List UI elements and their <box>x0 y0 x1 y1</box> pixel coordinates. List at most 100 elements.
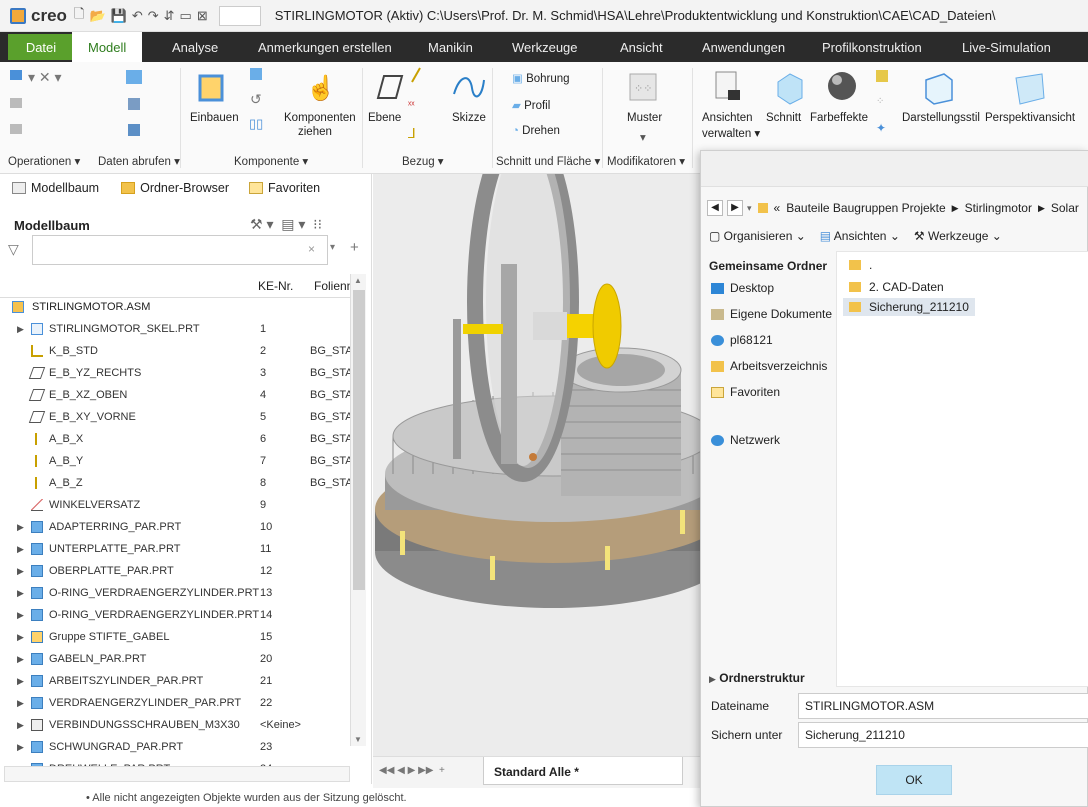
forward-icon[interactable]: ▶ <box>727 200 743 216</box>
redo-icon[interactable]: ↷ <box>148 8 159 24</box>
daten-abrufen-icons[interactable] <box>120 68 160 148</box>
quick-access-field[interactable] <box>218 5 261 26</box>
komponente-small-icons[interactable]: ↺ ▯▯ <box>246 66 270 132</box>
clear-icon[interactable]: × <box>308 242 315 256</box>
muster-label[interactable]: Muster <box>627 112 662 124</box>
save-under-field[interactable]: Sicherung_211210 <box>798 722 1088 748</box>
farbeffekte-label[interactable]: Farbeffekte <box>810 112 868 124</box>
path-segment[interactable]: Solar <box>1051 201 1079 215</box>
tree-horizontal-scrollbar[interactable] <box>4 766 350 782</box>
komponenten-ziehen-label-2[interactable]: ziehen <box>298 126 332 138</box>
filter-dropdown-icon[interactable]: ▾ <box>330 242 335 253</box>
group-schnitt-flaeche[interactable]: Schnitt und Fläche ▾ <box>496 154 600 168</box>
regenerate-icon[interactable]: ⇵ <box>164 8 175 24</box>
address-bar[interactable]: ◀ ▶ ▾ « Bauteile Baugruppen Projekte ▶ S… <box>707 195 1088 221</box>
tab-anmerkungen[interactable]: Anmerkungen erstellen <box>258 40 392 55</box>
tree-row[interactable]: ▶ O-RING_VERDRAENGERZYLINDER.PRT 14 <box>0 604 350 626</box>
undo-icon[interactable]: ↶ <box>132 8 143 24</box>
muster-dropdown-icon[interactable]: ▾ <box>640 130 646 144</box>
sidebar-item-pl68121[interactable]: pl68121 <box>711 333 773 347</box>
tree-row[interactable]: K_B_STD 2 BG_START <box>0 340 350 362</box>
graphics-viewport[interactable] <box>373 122 731 784</box>
bezug-small-icons[interactable]: ˣˣ ⅃ <box>404 66 434 140</box>
folder-item-sicherung[interactable]: Sicherung_211210 <box>843 298 975 316</box>
tab-ansicht[interactable]: Ansicht <box>620 40 663 55</box>
tab-profilkonstruktion[interactable]: Profilkonstruktion <box>822 40 922 55</box>
expand-icon[interactable]: ▶ <box>17 632 24 643</box>
tab-favoriten[interactable]: Favoriten <box>249 181 320 195</box>
folder-item-dot[interactable]: . <box>843 256 878 274</box>
schnitt-label[interactable]: Schnitt <box>766 112 801 124</box>
schnitt-icon[interactable] <box>772 70 808 106</box>
expand-icon[interactable]: ▶ <box>17 698 24 709</box>
tree-row[interactable]: A_B_Z 8 BG_START <box>0 472 350 494</box>
tree-row[interactable]: ▶ UNTERPLATTE_PAR.PRT 11 <box>0 538 350 560</box>
tree-row[interactable]: ▶ STIRLINGMOTOR_SKEL.PRT 1 <box>0 318 350 340</box>
expand-icon[interactable]: ▶ <box>17 720 24 731</box>
tree-row[interactable]: ▶ ADAPTERRING_PAR.PRT 10 <box>0 516 350 538</box>
tab-analyse[interactable]: Analyse <box>172 40 218 55</box>
ansichten-verwalten-icon[interactable] <box>712 68 748 108</box>
group-daten-abrufen[interactable]: Daten abrufen ▾ <box>98 154 180 168</box>
tree-root[interactable]: STIRLINGMOTOR.ASM <box>0 296 350 318</box>
werkzeuge-menu[interactable]: ⚒ Werkzeuge ⌄ <box>914 229 1002 243</box>
tree-row[interactable]: ▶ VERDRAENGERZYLINDER_PAR.PRT 22 <box>0 692 350 714</box>
sidebar-item-desktop[interactable]: Desktop <box>711 281 774 295</box>
tree-row[interactable]: ▶ O-RING_VERDRAENGERZYLINDER.PRT 13 <box>0 582 350 604</box>
tab-manikin[interactable]: Manikin <box>428 40 473 55</box>
tree-row[interactable]: ▶ GABELN_PAR.PRT 20 <box>0 648 350 670</box>
organisieren-menu[interactable]: ▢ Organisieren ⌄ <box>709 229 806 243</box>
bohrung-button[interactable]: ▣ Bohrung <box>512 71 570 85</box>
expand-icon[interactable]: ▶ <box>17 588 24 599</box>
tree-row[interactable]: ▶ VERBINDUNGSSCHRAUBEN_M3X30 <Keine> <box>0 714 350 736</box>
windows-icon[interactable]: ▭ <box>180 8 192 24</box>
darstellungsstil-icon[interactable] <box>920 70 956 106</box>
expand-icon[interactable]: ▶ <box>17 610 24 621</box>
darstellung-small-icons[interactable]: ⁘✦ <box>872 66 896 142</box>
tab-modellbaum[interactable]: Modellbaum <box>12 181 99 195</box>
expand-icon[interactable]: ▶ <box>17 742 24 753</box>
einbauen-label[interactable]: Einbauen <box>190 112 239 124</box>
sheet-nav-icons[interactable]: ◀◀ ◀ ▶ ▶▶ + <box>379 765 445 776</box>
col-folienname[interactable]: Folienname <box>314 279 354 293</box>
perspektivansicht-label[interactable]: Perspektivansicht <box>985 112 1075 124</box>
expand-icon[interactable]: ▶ <box>17 522 24 533</box>
filter-icon[interactable]: ▽ <box>8 241 19 258</box>
skizze-label[interactable]: Skizze <box>452 112 486 124</box>
group-modifikatoren[interactable]: Modifikatoren ▾ <box>607 154 685 168</box>
sidebar-item-netzwerk[interactable]: Netzwerk <box>711 433 780 447</box>
tree-vertical-scrollbar[interactable]: ▲ ▼ <box>350 274 366 746</box>
group-operationen[interactable]: Operationen ▾ <box>8 154 80 168</box>
tab-standard-alle[interactable]: Standard Alle * <box>483 757 683 785</box>
group-bezug[interactable]: Bezug ▾ <box>402 154 444 168</box>
path-segment[interactable]: Stirlingmotor <box>965 201 1032 215</box>
save-icon[interactable]: 💾 <box>111 8 127 24</box>
hand-drag-icon[interactable]: ☝ <box>300 70 336 106</box>
operationen-icons[interactable]: ▾ ✕ ▾ <box>8 68 88 148</box>
skizze-icon[interactable] <box>450 70 486 106</box>
drehen-button[interactable]: ◔ Drehen <box>512 125 560 137</box>
tree-row[interactable]: ▶ ARBEITSZYLINDER_PAR.PRT 21 <box>0 670 350 692</box>
tree-row[interactable]: E_B_XY_VORNE 5 BG_START <box>0 406 350 428</box>
col-ke-nr[interactable]: KE-Nr. <box>258 279 293 293</box>
expand-icon[interactable]: ▶ <box>17 324 24 335</box>
profil-button[interactable]: ▰ Profil <box>512 98 550 112</box>
tree-row[interactable]: E_B_XZ_OBEN 4 BG_START <box>0 384 350 406</box>
expand-icon[interactable]: ▶ <box>17 676 24 687</box>
group-komponente[interactable]: Komponente ▾ <box>234 154 308 168</box>
sidebar-item-arbeitsverzeichnis[interactable]: Arbeitsverzeichnis <box>711 359 827 373</box>
open-file-icon[interactable]: 📂 <box>89 8 105 24</box>
ebene-label[interactable]: Ebene <box>368 112 401 124</box>
filename-field[interactable]: STIRLINGMOTOR.ASM <box>798 693 1088 719</box>
back-icon[interactable]: ◀ <box>707 200 723 216</box>
path-segment[interactable]: Bauteile Baugruppen Projekte <box>786 201 945 215</box>
expand-icon[interactable]: ▶ <box>17 654 24 665</box>
scrollbar-thumb[interactable] <box>353 290 365 590</box>
tab-live-simulation[interactable]: Live-Simulation <box>962 40 1051 55</box>
tab-ordner-browser[interactable]: Ordner-Browser <box>121 181 229 195</box>
sidebar-item-eigene-dokumente[interactable]: Eigene Dokumente <box>711 307 832 321</box>
new-file-icon[interactable]: 🗋 <box>74 5 84 27</box>
ansichten-verwalten-label-1[interactable]: Ansichten <box>702 112 753 124</box>
tree-row[interactable]: ▶ SCHWUNGRAD_PAR.PRT 23 <box>0 736 350 758</box>
ok-button[interactable]: OK <box>876 765 952 795</box>
